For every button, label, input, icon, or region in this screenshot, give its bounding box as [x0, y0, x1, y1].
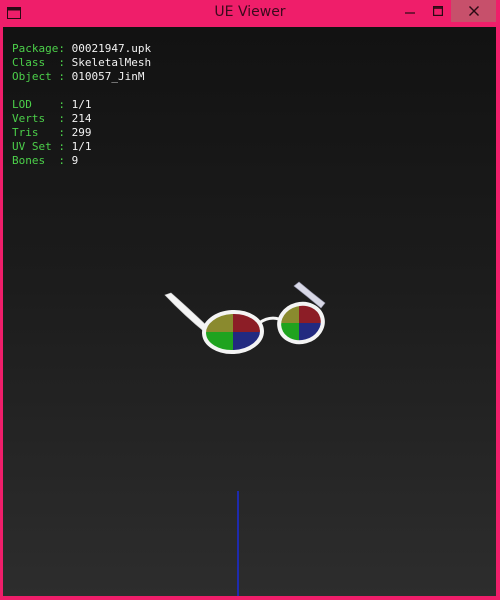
info-label: Class : [12, 56, 65, 69]
info-row-tris: Tris : 299 [12, 126, 151, 140]
title-bar[interactable]: UE Viewer [0, 0, 500, 27]
info-row-class: Class : SkeletalMesh [12, 56, 151, 70]
info-label: Verts : [12, 112, 65, 125]
mesh-info-overlay: Package: 00021947.upk Class : SkeletalMe… [12, 42, 151, 168]
app-window: UE Viewer Package: 00021947.upk Class: … [0, 0, 500, 600]
minimize-icon [405, 12, 415, 14]
bridge [258, 316, 280, 325]
info-value: 9 [71, 154, 79, 167]
sunglasses-mesh [164, 281, 326, 355]
info-value: 010057_JinM [71, 70, 145, 83]
close-button[interactable] [451, 0, 496, 22]
info-row-object: Object : 010057_JinM [12, 70, 151, 84]
info-value: 299 [71, 126, 92, 139]
maximize-icon [433, 6, 443, 16]
info-row-package: Package: 00021947.upk [12, 42, 151, 56]
info-row-lod: LOD : 1/1 [12, 98, 151, 112]
info-value: 1/1 [71, 98, 92, 111]
info-value: 00021947.upk [71, 42, 152, 55]
info-value: SkeletalMesh [71, 56, 152, 69]
info-label: LOD : [12, 98, 65, 111]
info-label: Tris : [12, 126, 65, 139]
3d-viewport[interactable]: Package: 00021947.upk Class : SkeletalMe… [3, 27, 496, 596]
left-lens [204, 311, 262, 353]
info-label: Bones : [12, 154, 65, 167]
info-label: UV Set : [12, 140, 65, 153]
info-label: Package: [12, 42, 65, 55]
maximize-button[interactable] [424, 0, 452, 22]
info-label: Object : [12, 70, 65, 83]
info-row-verts: Verts : 214 [12, 112, 151, 126]
info-row-bones: Bones : 9 [12, 154, 151, 168]
close-icon [468, 6, 479, 16]
info-value: 214 [71, 112, 92, 125]
info-row-uvset: UV Set : 1/1 [12, 140, 151, 154]
minimize-button[interactable] [396, 0, 424, 22]
info-value: 1/1 [71, 140, 92, 153]
left-temple-arm [164, 292, 209, 334]
